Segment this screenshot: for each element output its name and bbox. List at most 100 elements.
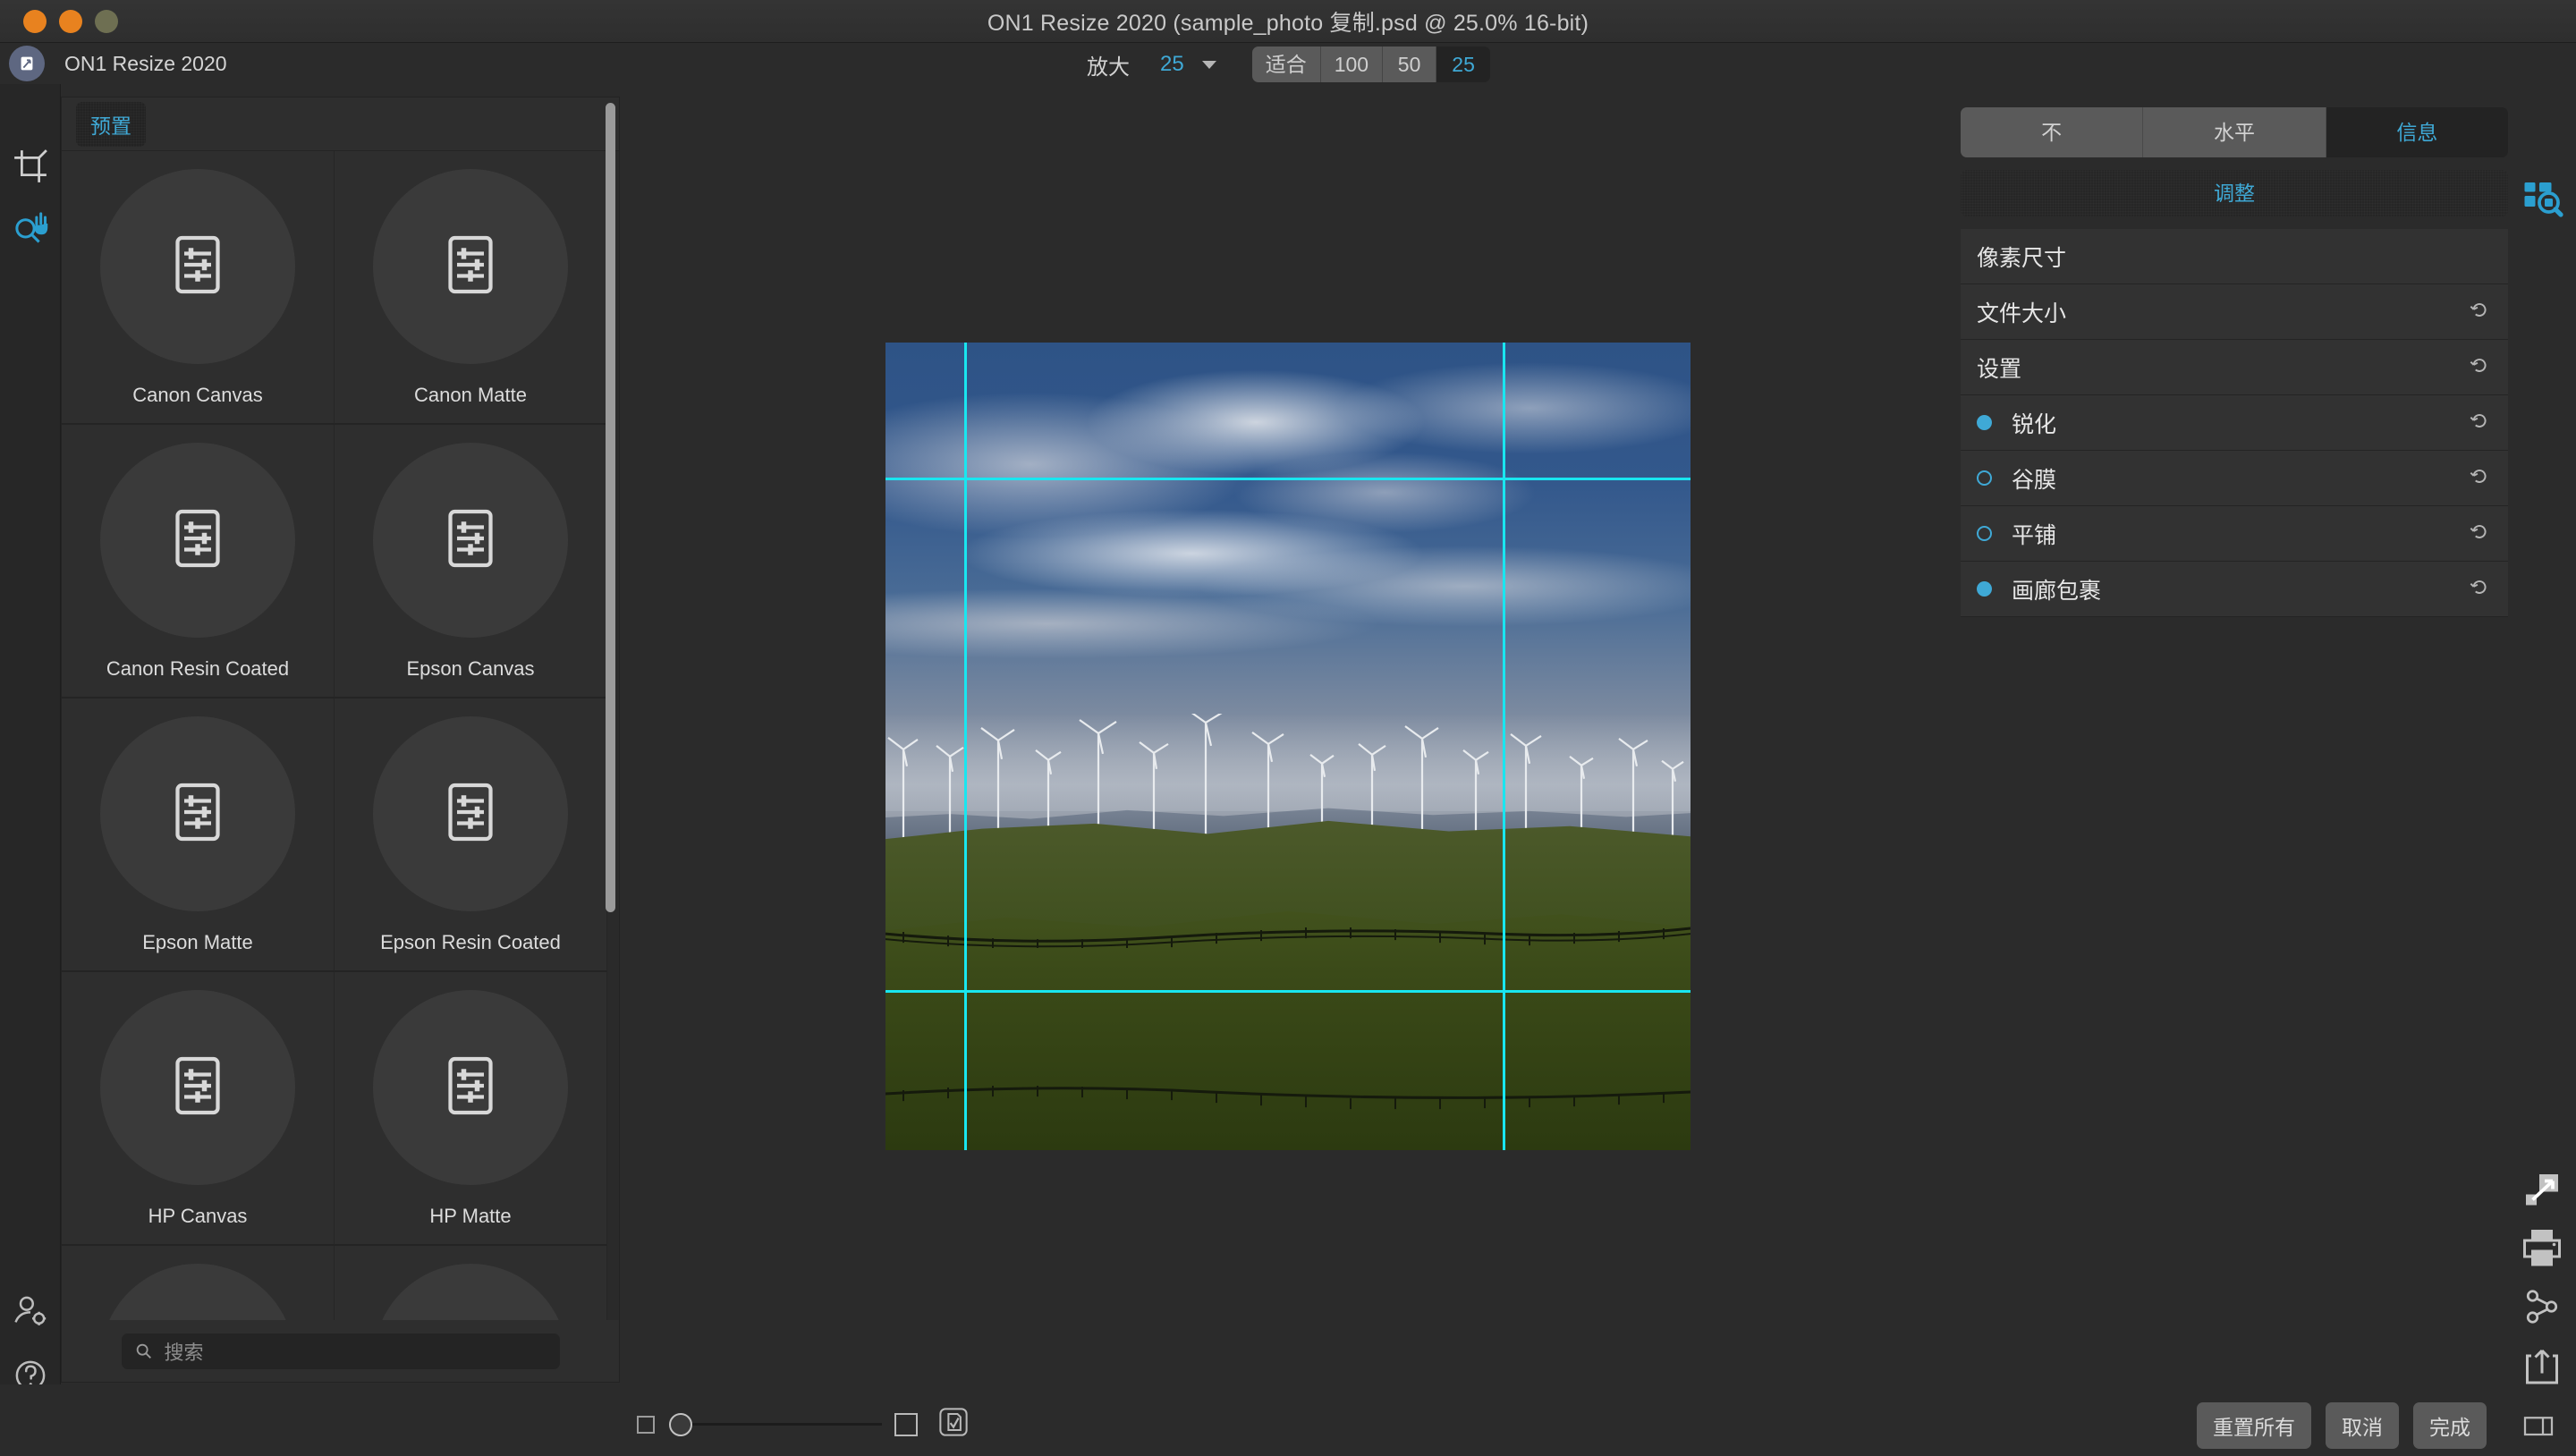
right-panel-toggle-icon[interactable] bbox=[2521, 1408, 2556, 1448]
left-tool-rail bbox=[0, 84, 61, 1456]
cancel-button[interactable]: 取消 bbox=[2326, 1402, 2399, 1449]
crop-guide-horizontal-bottom[interactable] bbox=[886, 990, 1690, 993]
preset-sliders-icon bbox=[435, 1050, 506, 1126]
preset-tile[interactable]: Canon Resin Coated bbox=[62, 425, 335, 698]
reset-icon[interactable] bbox=[2467, 410, 2490, 437]
large-square-icon[interactable] bbox=[894, 1412, 918, 1436]
preset-label: Canon Canvas bbox=[132, 384, 263, 406]
slider-track[interactable] bbox=[692, 1423, 882, 1426]
slider-knob[interactable] bbox=[669, 1412, 692, 1436]
preset-thumbnail bbox=[100, 1264, 295, 1322]
preset-sliders-icon bbox=[162, 503, 233, 579]
preset-label: Epson Resin Coated bbox=[380, 931, 561, 953]
reset-icon[interactable] bbox=[2467, 354, 2490, 382]
adjust-button[interactable]: 调整 bbox=[1961, 170, 2508, 216]
preset-sliders-icon bbox=[435, 503, 506, 579]
preset-label: Canon Matte bbox=[414, 384, 527, 406]
zoom-label: 放大 bbox=[1087, 55, 1130, 80]
right-panel-tab[interactable]: 信息 bbox=[2326, 107, 2508, 157]
app-name-label: ON1 Resize 2020 bbox=[64, 51, 227, 75]
presets-scrollbar[interactable] bbox=[606, 103, 615, 912]
right-panel-tabs: 不水平 信息 bbox=[1961, 107, 2508, 157]
share-icon[interactable] bbox=[2521, 1285, 2563, 1328]
toggle-dot-on[interactable] bbox=[1977, 415, 1992, 430]
reset-icon[interactable] bbox=[2467, 465, 2490, 493]
crop-guide-vertical-right[interactable] bbox=[1503, 343, 1505, 1150]
crop-guide-vertical-left[interactable] bbox=[964, 343, 967, 1150]
preset-sliders-icon bbox=[435, 776, 506, 852]
browse-modules-icon[interactable] bbox=[2521, 177, 2563, 220]
right-panel-tab[interactable]: 水平 bbox=[2143, 107, 2326, 157]
chevron-down-icon[interactable] bbox=[1201, 60, 1216, 69]
right-panel-row[interactable]: 平铺 bbox=[1961, 506, 2508, 562]
zoom-hand-tool-icon[interactable] bbox=[11, 207, 50, 247]
preset-tile[interactable]: Epson Resin Coated bbox=[335, 698, 607, 972]
soft-proof-icon[interactable] bbox=[937, 1406, 970, 1443]
right-panel-row[interactable]: 设置 bbox=[1961, 340, 2508, 395]
preset-label: Epson Canvas bbox=[406, 657, 535, 680]
done-button[interactable]: 完成 bbox=[2413, 1402, 2487, 1449]
presets-search-bar: 搜索 bbox=[62, 1320, 619, 1382]
right-panel-row[interactable]: 像素尺寸 bbox=[1961, 229, 2508, 284]
print-icon[interactable] bbox=[2521, 1227, 2563, 1270]
row-label: 画廊包裹 bbox=[2012, 578, 2102, 604]
preset-thumbnail bbox=[373, 990, 568, 1185]
preset-tile[interactable]: Epson Matte bbox=[62, 698, 335, 972]
preset-tile[interactable] bbox=[62, 1246, 335, 1322]
zoom-25-button[interactable]: 25 bbox=[1436, 47, 1491, 82]
reset-icon[interactable] bbox=[2467, 521, 2490, 548]
right-panel-row[interactable]: 画廊包裹 bbox=[1961, 562, 2508, 617]
preset-thumbnail bbox=[373, 443, 568, 638]
preset-tile[interactable]: Canon Canvas bbox=[62, 151, 335, 425]
right-panel-row[interactable]: 谷膜 bbox=[1961, 451, 2508, 506]
preset-tile[interactable]: Epson Canvas bbox=[335, 425, 607, 698]
crop-guide-horizontal-top[interactable] bbox=[886, 478, 1690, 480]
window-title: ON1 Resize 2020 (sample_photo 复制.psd @ 2… bbox=[987, 10, 1589, 36]
zoom-controls: 放大 25 适合 100 50 25 bbox=[1087, 47, 1491, 82]
reset-icon[interactable] bbox=[2467, 576, 2490, 604]
export-icon[interactable] bbox=[2521, 1345, 2563, 1388]
zoom-50-button[interactable]: 50 bbox=[1383, 47, 1437, 82]
crop-tool-icon[interactable] bbox=[11, 147, 50, 186]
zoom-fit-button[interactable]: 适合 bbox=[1251, 47, 1321, 82]
app-window: ON1 Resize 2020 (sample_photo 复制.psd @ 2… bbox=[0, 0, 2576, 1456]
toggle-dot-off[interactable] bbox=[1977, 470, 1992, 486]
zoom-100-button[interactable]: 100 bbox=[1320, 47, 1384, 82]
resize-icon[interactable] bbox=[2521, 1169, 2563, 1212]
toggle-dot-off[interactable] bbox=[1977, 526, 1992, 541]
toggle-dot-on[interactable] bbox=[1977, 581, 1992, 597]
preset-tile[interactable]: HP Canvas bbox=[62, 972, 335, 1246]
presets-grid: Canon Canvas Canon Matte Canon Resin Coa… bbox=[62, 151, 619, 1322]
tab-presets[interactable]: 预置 bbox=[76, 101, 146, 147]
preset-thumbnail bbox=[373, 1264, 568, 1322]
app-logo-icon bbox=[9, 46, 45, 81]
preset-thumbnail bbox=[100, 169, 295, 364]
right-panel: 不水平 信息 调整 像素尺寸 文件大小 设置 锐化 谷膜 平铺 画廊包裹 bbox=[1961, 107, 2508, 617]
reset-icon[interactable] bbox=[2467, 299, 2490, 326]
search-input[interactable]: 搜索 bbox=[121, 1333, 560, 1369]
preset-tile[interactable]: HP Matte bbox=[335, 972, 607, 1246]
bottom-bar: 重置所有 取消 完成 bbox=[0, 1384, 2576, 1456]
reset-all-button[interactable]: 重置所有 bbox=[2197, 1402, 2311, 1449]
preset-tile[interactable]: Canon Matte bbox=[335, 151, 607, 425]
preset-sliders-icon bbox=[162, 229, 233, 305]
preset-sliders-icon bbox=[162, 776, 233, 852]
right-panel-tab[interactable]: 不 bbox=[1961, 107, 2144, 157]
row-label: 锐化 bbox=[2012, 411, 2057, 437]
row-label: 谷膜 bbox=[2012, 467, 2057, 493]
preset-label: Epson Matte bbox=[142, 931, 253, 953]
image-canvas[interactable] bbox=[886, 343, 1690, 1150]
fence-line-lower bbox=[886, 1078, 1690, 1110]
preset-thumbnail bbox=[373, 169, 568, 364]
zoom-value[interactable]: 25 bbox=[1160, 52, 1184, 77]
preset-label: Canon Resin Coated bbox=[106, 657, 290, 680]
right-panel-row[interactable]: 文件大小 bbox=[1961, 284, 2508, 340]
small-square-icon[interactable] bbox=[637, 1415, 655, 1434]
preset-thumbnail bbox=[100, 716, 295, 911]
preset-thumbnail bbox=[100, 443, 295, 638]
right-panel-list: 像素尺寸 文件大小 设置 锐化 谷膜 平铺 画廊包裹 bbox=[1961, 229, 2508, 617]
right-panel-row[interactable]: 锐化 bbox=[1961, 395, 2508, 451]
preset-tile[interactable] bbox=[335, 1246, 607, 1322]
photo-image bbox=[886, 343, 1690, 1150]
user-settings-icon[interactable] bbox=[11, 1291, 50, 1331]
